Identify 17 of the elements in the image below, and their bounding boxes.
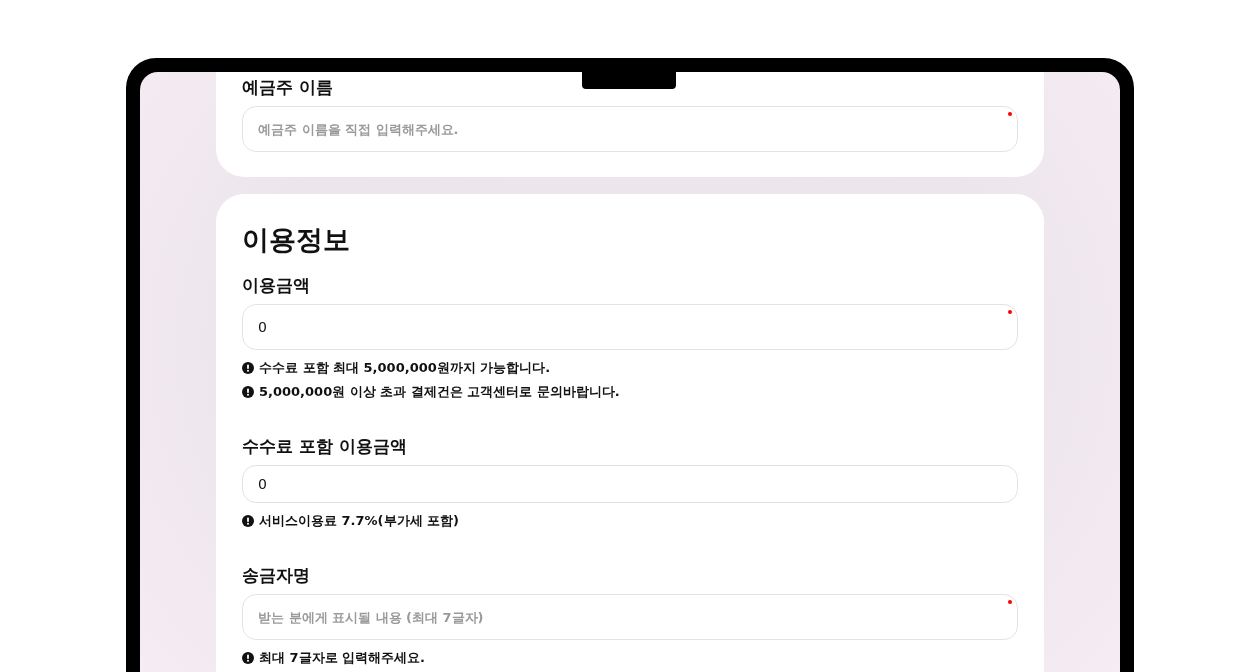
field-label: 송금자명 — [242, 564, 310, 587]
input-field[interactable]: 0 — [242, 465, 1018, 503]
exclamation-icon — [242, 652, 254, 664]
field-label: 수수료 포함 이용금액 — [242, 435, 407, 458]
field-label: 예금주 이름 — [242, 76, 333, 99]
input-field[interactable]: 예금주 이름을 직접 입력해주세요. — [242, 106, 1018, 152]
helper-text: 서비스이용료 7.7%(부가세 포함) — [259, 512, 459, 530]
helper-text: 최대 7글자로 입력해주세요. — [259, 649, 426, 667]
helper-text: 5,000,000원 이상 초과 결제건은 고객센터로 문의바랍니다. — [259, 383, 620, 401]
input-field[interactable]: 0 — [242, 304, 1018, 350]
exclamation-icon — [242, 362, 254, 374]
section-title: 이용정보 — [242, 223, 351, 257]
helper-text: 수수료 포함 최대 5,000,000원까지 가능합니다. — [259, 359, 551, 377]
exclamation-icon — [242, 515, 254, 527]
field-label: 이용금액 — [242, 274, 310, 297]
exclamation-icon — [242, 386, 254, 398]
input-field[interactable]: 받는 분에게 표시될 내용 (최대 7글자) — [242, 594, 1018, 640]
